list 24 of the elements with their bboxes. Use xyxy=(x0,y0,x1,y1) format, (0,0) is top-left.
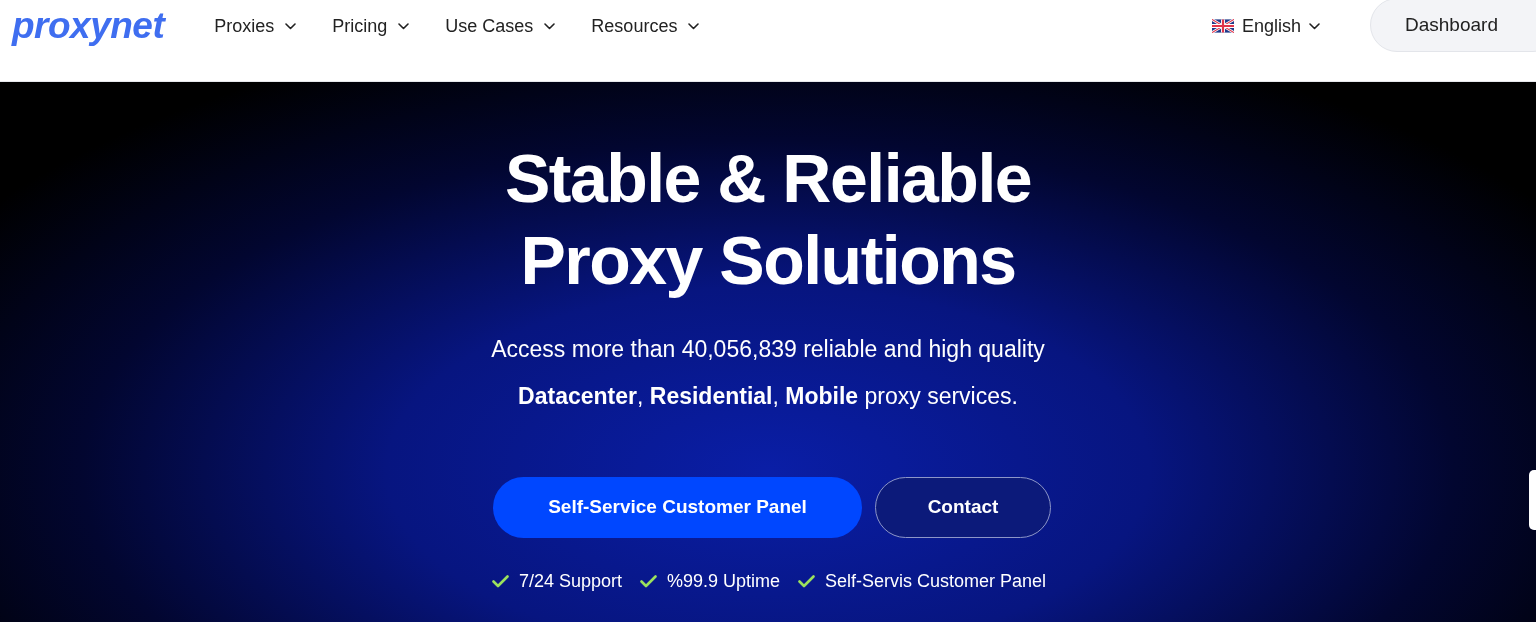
hero-heading: Stable & Reliable Proxy Solutions xyxy=(504,139,1032,300)
chevron-down-icon xyxy=(688,22,700,30)
side-tab[interactable] xyxy=(1529,470,1536,530)
chevron-down-icon xyxy=(285,22,297,30)
nav-menu-link[interactable]: Pricing xyxy=(332,12,410,40)
feature-label: Self-Servis Customer Panel xyxy=(825,570,1047,593)
feature-label: 7/24 Support xyxy=(518,570,622,593)
logo-link[interactable]: proxynet xyxy=(12,6,165,44)
chevron-down-icon xyxy=(544,22,556,30)
chevron-down-icon xyxy=(398,22,410,30)
nav-menu-link[interactable]: Resources xyxy=(591,12,700,40)
dashboard-button[interactable]: Dashboard xyxy=(1370,0,1536,52)
chevron-down-icon xyxy=(1309,22,1320,30)
hero-subtitle: Access more than 40,056,839 reliable and high quality Datacenter, Residential, Mobile proxy services. xyxy=(491,335,1045,411)
language-selector[interactable]: English xyxy=(1211,12,1320,40)
nav-menu-link[interactable]: Use Cases xyxy=(445,12,556,40)
check-icon xyxy=(639,575,657,588)
contact-button[interactable]: Contact xyxy=(875,477,1051,538)
nav-menu-link[interactable]: Proxies xyxy=(214,12,297,40)
uk-flag-icon xyxy=(1211,19,1234,33)
customer-panel-button[interactable]: Self-Service Customer Panel xyxy=(493,477,862,538)
check-icon xyxy=(491,575,509,588)
check-icon xyxy=(798,575,815,588)
feature-label: %99.9 Uptime xyxy=(666,570,780,593)
